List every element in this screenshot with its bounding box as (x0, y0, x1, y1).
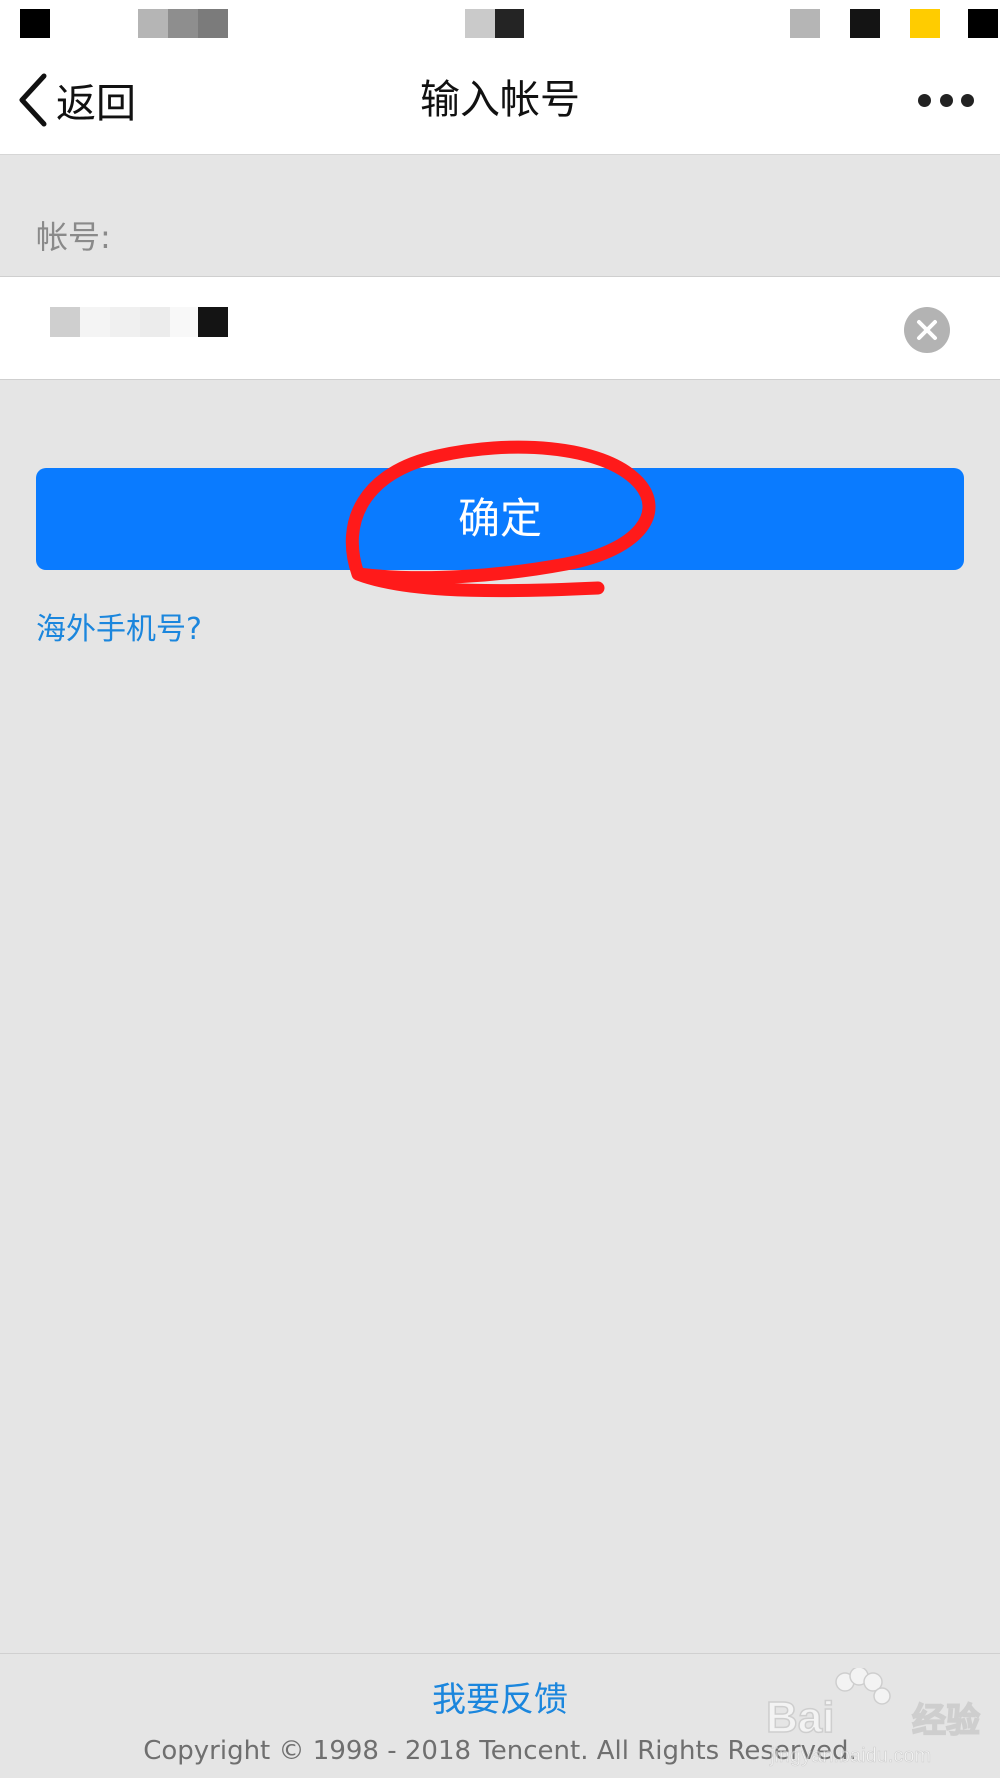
navigation-bar: 返回 输入帐号 (0, 48, 1000, 155)
redacted-pixel (80, 307, 110, 337)
status-bar (0, 0, 1000, 48)
redacted-pixel (198, 307, 228, 337)
confirm-button[interactable]: 确定 (36, 468, 964, 570)
back-button[interactable]: 返回 (16, 72, 136, 128)
svg-text:经验: 经验 (912, 1701, 980, 1741)
status-pixel (495, 9, 524, 38)
redacted-pixel (170, 307, 200, 337)
status-pixel (20, 9, 50, 38)
svg-text:Bai: Bai (766, 1693, 834, 1742)
status-pixel (850, 9, 880, 38)
redacted-pixel (140, 307, 170, 337)
chevron-left-icon (19, 73, 47, 127)
clear-input-button[interactable] (904, 307, 950, 353)
more-dots-icon (918, 93, 931, 107)
status-pixel (138, 9, 168, 38)
redacted-pixel (50, 307, 80, 337)
footer-divider (0, 1653, 1000, 1654)
status-pixel (198, 9, 228, 38)
redacted-pixel (110, 307, 140, 337)
more-button[interactable] (918, 84, 974, 116)
more-dots-icon (939, 93, 953, 107)
account-input-row (0, 276, 1000, 380)
clear-circle-icon (917, 320, 937, 340)
back-label: 返回 (56, 81, 136, 127)
status-pixel (168, 9, 198, 38)
page-title: 输入帐号 (420, 77, 580, 123)
more-dots-icon (961, 93, 974, 107)
copyright-text: Copyright © 1998 - 2018 Tencent. All Rig… (143, 1736, 857, 1766)
status-pixel (910, 9, 940, 38)
overseas-phone-link[interactable]: 海外手机号? (36, 604, 202, 648)
status-pixel (968, 9, 998, 38)
status-pixel (790, 9, 820, 38)
feedback-link[interactable]: 我要反馈 (300, 1672, 700, 1721)
account-label: 帐号: (36, 218, 111, 256)
status-pixel (465, 9, 495, 38)
